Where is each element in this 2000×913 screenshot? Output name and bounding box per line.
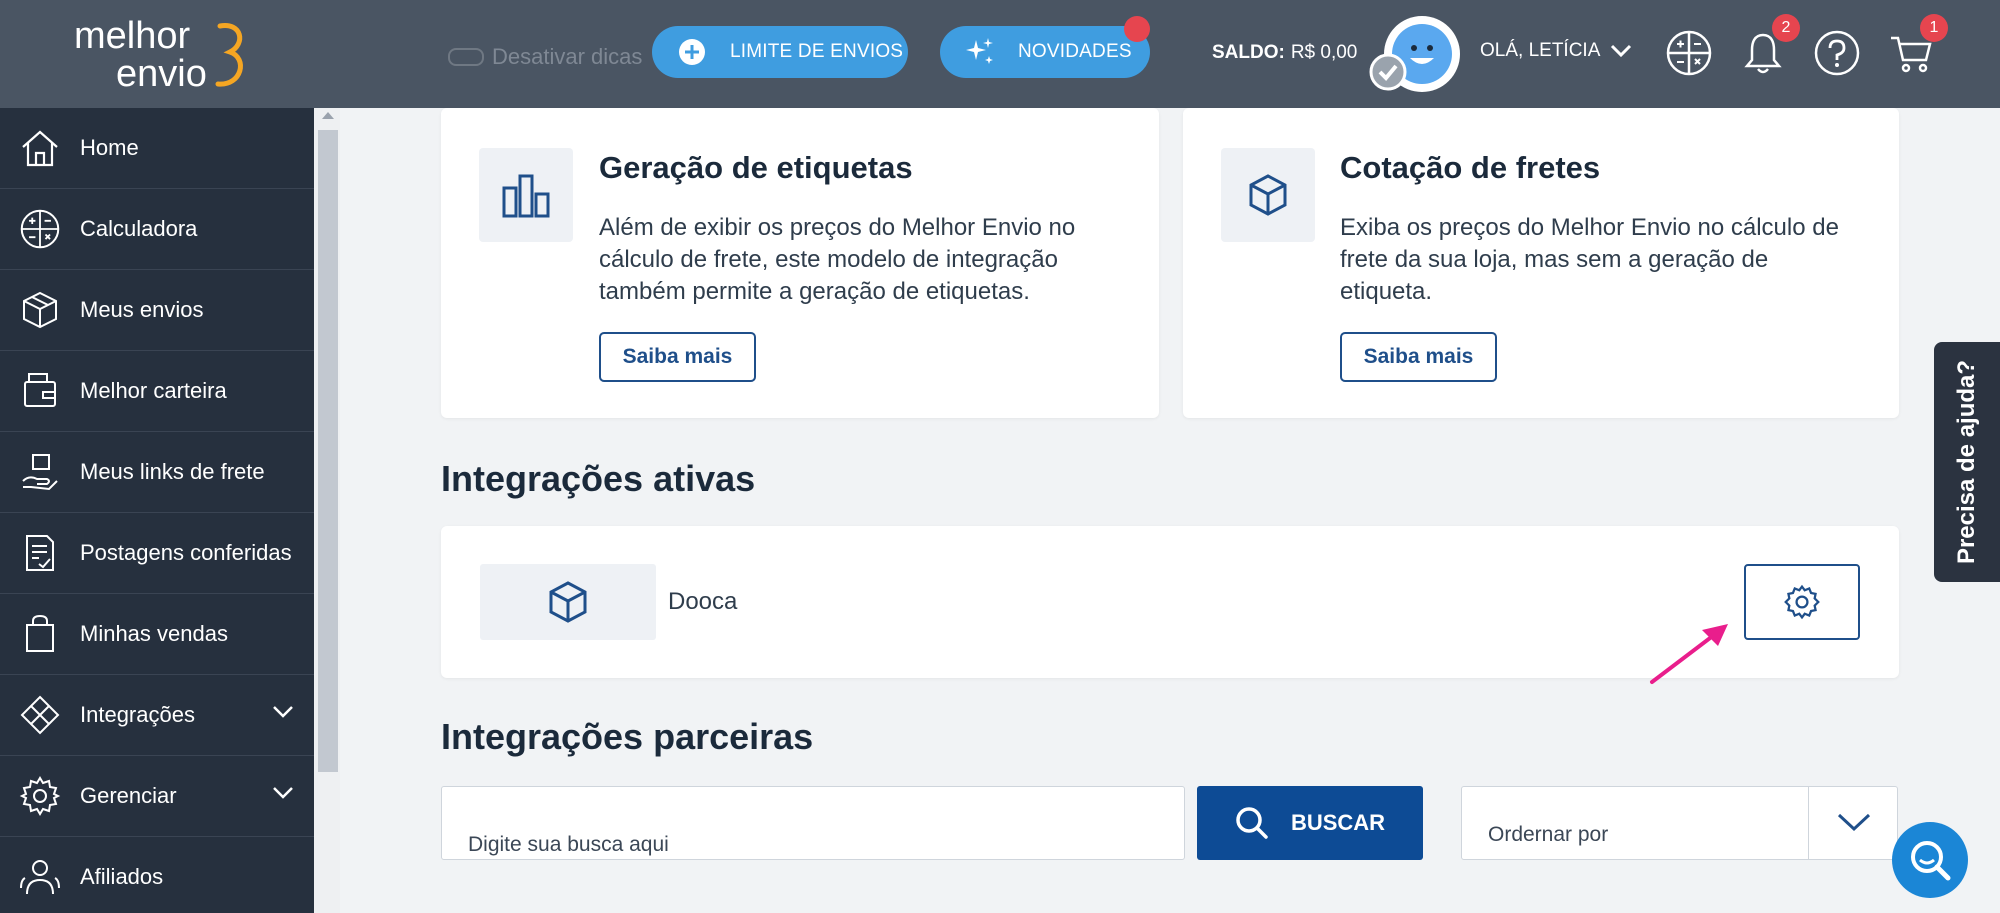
sidebar-item-afiliados[interactable]: Afiliados (0, 837, 314, 913)
chevron-down-icon (273, 787, 293, 799)
verified-badge-icon (1369, 53, 1407, 91)
chevron-down-icon (273, 706, 293, 718)
card-label-generation: Geração de etiquetas Além de exibir os p… (441, 108, 1159, 418)
notifications-badge: 2 (1772, 14, 1800, 42)
card-freight-quote: Cotação de fretes Exiba os preços do Mel… (1183, 108, 1899, 418)
select-divider (1808, 787, 1809, 859)
search-chat-icon (1911, 841, 1951, 881)
partner-integrations-title: Integrações parceiras (441, 716, 814, 757)
greeting-label: OLÁ, LETÍCIA (1480, 40, 1601, 61)
sidebar-item-home[interactable]: Home (0, 108, 314, 189)
sidebar-item-meus-envios[interactable]: Meus envios (0, 270, 314, 351)
order-by-select[interactable]: Ordernar por (1461, 786, 1898, 860)
wallet-icon (24, 373, 56, 407)
sidebar-item-label: Gerenciar (80, 783, 177, 808)
integration-name: Dooca (668, 588, 738, 615)
limit-button[interactable]: LIMITE DE ENVIOS (652, 26, 908, 78)
sidebar-item-label: Calculadora (80, 216, 198, 241)
plus-circle-icon (666, 26, 718, 78)
search-input[interactable] (441, 786, 1185, 860)
sidebar-item-label: Postagens conferidas (80, 540, 292, 565)
puzzle-icon (20, 695, 60, 735)
sidebar-item-label: Meus links de frete (80, 459, 265, 484)
bar-chart-icon (479, 148, 573, 242)
sidebar-item-links-frete[interactable]: Meus links de frete (0, 432, 314, 513)
shopping-bag-icon (26, 614, 54, 652)
sidebar: Home Calculadora Meus envios Melhor cart… (0, 108, 314, 913)
svg-text:melhor: melhor (74, 15, 190, 57)
box-icon (549, 581, 587, 623)
melhor-envio-logo[interactable]: melhor envio (70, 14, 250, 94)
disable-tips-label: Desativar dicas (492, 44, 643, 69)
sidebar-item-label: Integrações (80, 702, 195, 727)
calculator-icon (20, 209, 60, 249)
card-title: Cotação de fretes (1340, 150, 1601, 185)
search-button-label: BUSCAR (1290, 810, 1386, 835)
toggle-icon (448, 48, 484, 66)
gear-icon (1784, 584, 1820, 620)
link-box-icon (22, 454, 58, 491)
package-icon (23, 291, 57, 329)
sidebar-item-label: Minhas vendas (80, 621, 228, 646)
search-button[interactable]: BUSCAR (1197, 786, 1423, 860)
sidebar-item-calculadora[interactable]: Calculadora (0, 189, 314, 270)
balance-label: SALDO: (1212, 42, 1285, 63)
sidebar-item-melhor-carteira[interactable]: Melhor carteira (0, 351, 314, 432)
help-tab-label: Precisa de ajuda? (1953, 359, 1980, 565)
sidebar-item-postagens[interactable]: Postagens conferidas (0, 513, 314, 594)
news-button-label: NOVIDADES (1018, 41, 1132, 62)
help-tab[interactable]: Precisa de ajuda? (1934, 342, 2000, 582)
balance: SALDO: R$ 0,00 (1212, 42, 1357, 64)
svg-text:envio: envio (116, 53, 207, 94)
card-description: Exiba os preços do Melhor Envio no cálcu… (1340, 214, 1839, 305)
disable-tips-toggle[interactable]: Desativar dicas (448, 44, 642, 70)
sparkles-icon (954, 26, 1006, 78)
integration-settings-button[interactable] (1744, 564, 1860, 640)
integration-logo (480, 564, 656, 640)
sidebar-scrollbar-thumb[interactable] (318, 130, 338, 772)
box-icon (1221, 148, 1315, 242)
people-icon (20, 860, 60, 895)
cart-badge: 1 (1920, 14, 1948, 42)
calculator-icon[interactable] (1666, 30, 1712, 76)
home-icon (22, 130, 58, 167)
annotation-arrow-icon (1650, 624, 1728, 684)
sidebar-item-minhas-vendas[interactable]: Minhas vendas (0, 594, 314, 675)
card-title: Geração de etiquetas (599, 150, 913, 185)
help-circle-icon[interactable] (1814, 30, 1860, 76)
user-menu[interactable]: OLÁ, LETÍCIA (1480, 40, 1632, 62)
chevron-down-icon (1837, 813, 1871, 832)
order-by-label: Ordernar por (1488, 823, 1609, 846)
sidebar-item-label: Afiliados (80, 864, 164, 889)
news-indicator-dot (1124, 16, 1150, 42)
learn-more-button[interactable]: Saiba mais (599, 332, 756, 382)
sidebar-item-label: Home (80, 135, 139, 160)
balance-value: R$ 0,00 (1290, 42, 1358, 63)
search-icon (1236, 807, 1268, 839)
document-check-icon (26, 535, 54, 571)
active-integrations-title: Integrações ativas (441, 458, 756, 499)
chat-button[interactable] (1892, 822, 1968, 898)
sidebar-item-gerenciar[interactable]: Gerenciar (0, 756, 314, 837)
learn-more-button[interactable]: Saiba mais (1340, 332, 1497, 382)
gear-icon (19, 776, 61, 816)
sidebar-item-integracoes[interactable]: Integrações (0, 675, 314, 756)
sidebar-item-label: Meus envios (80, 297, 204, 322)
scroll-up-arrow-icon[interactable] (322, 112, 334, 119)
news-button[interactable]: NOVIDADES (940, 26, 1150, 78)
limit-button-label: LIMITE DE ENVIOS (730, 41, 904, 62)
card-description: Além de exibir os preços do Melhor Envio… (599, 214, 1076, 305)
chevron-down-icon (1611, 44, 1632, 58)
sidebar-item-label: Melhor carteira (80, 378, 227, 403)
